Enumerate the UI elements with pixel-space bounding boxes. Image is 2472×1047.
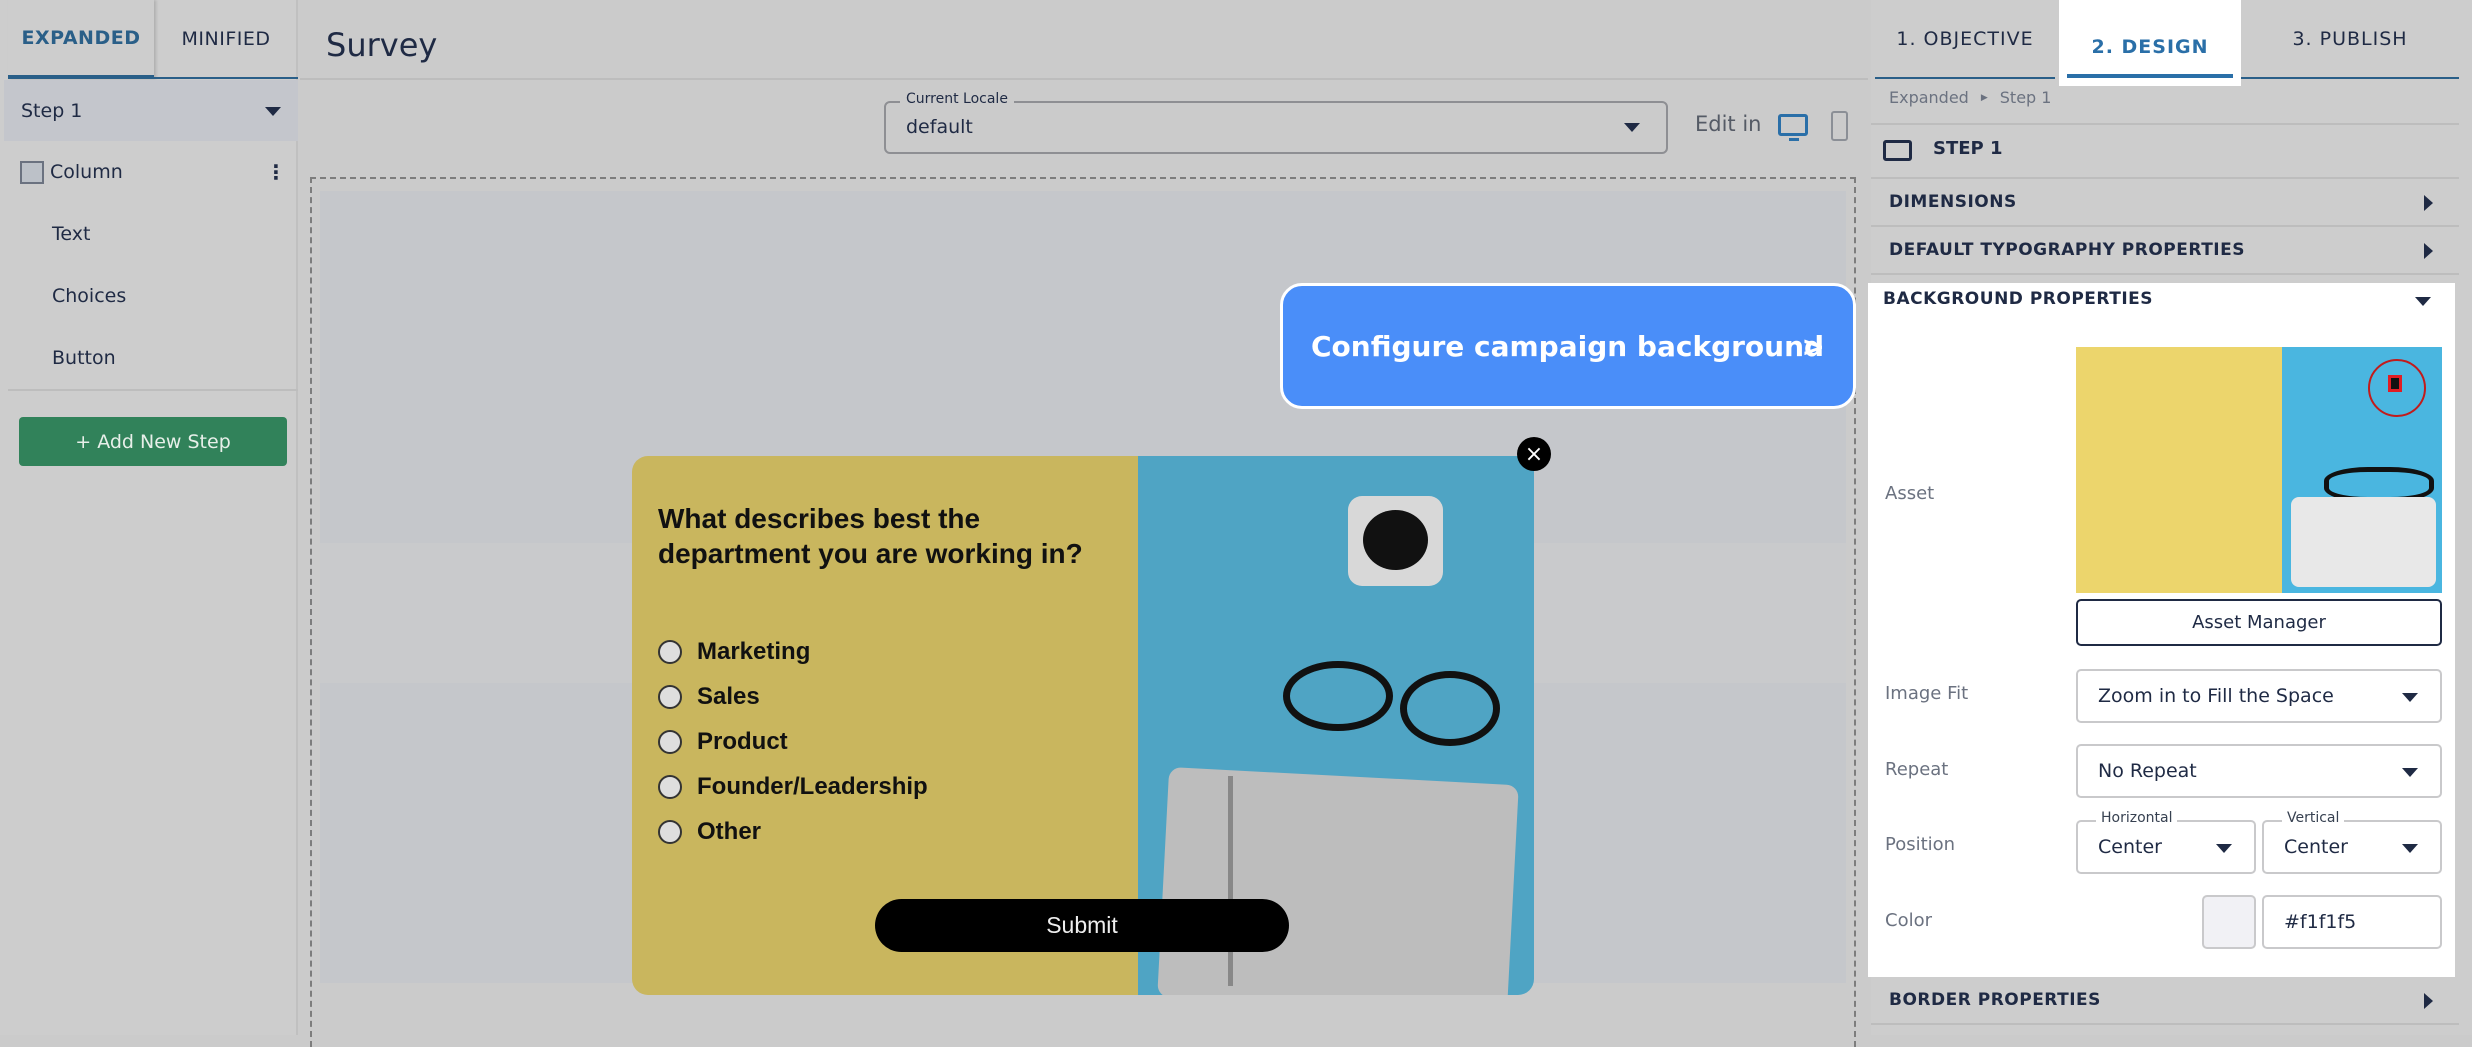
breadcrumb-item[interactable]: Expanded — [1889, 88, 1969, 107]
caret-down-icon — [2402, 768, 2418, 777]
delete-asset-button[interactable] — [2368, 359, 2426, 417]
tab-design[interactable]: 2. DESIGN — [2059, 0, 2241, 86]
horizontal-position-select[interactable]: Horizontal Center — [2076, 810, 2256, 874]
trash-icon — [2388, 375, 2402, 392]
option-marketing[interactable]: Marketing — [658, 638, 810, 666]
caret-right-icon — [2424, 993, 2433, 1009]
caret-down-icon — [1624, 123, 1640, 132]
chevron-right-icon: > — [1801, 329, 1825, 363]
locale-select[interactable]: Current Locale default — [884, 91, 1668, 154]
image-fit-label: Image Fit — [1885, 683, 1969, 704]
breadcrumb: Expanded ▶ Step 1 — [1889, 88, 2051, 107]
submit-button[interactable]: Submit — [875, 899, 1289, 952]
column-icon — [20, 160, 44, 184]
position-label: Position — [1885, 834, 1956, 855]
section-background: BACKGROUND PROPERTIES Asset Asset Manage… — [1868, 283, 2455, 977]
tree-item-label: Choices — [52, 285, 127, 307]
divider — [300, 78, 1868, 80]
caret-right-icon — [2424, 195, 2433, 211]
section-border[interactable]: BORDER PROPERTIES — [1871, 977, 2459, 1025]
section-typography[interactable]: DEFAULT TYPOGRAPHY PROPERTIES — [1871, 227, 2459, 275]
caret-down-icon — [2402, 844, 2418, 853]
tree-item-choices[interactable]: Choices — [0, 265, 298, 327]
image-fit-select[interactable]: Zoom in to Fill the Space — [2076, 669, 2442, 723]
tree-item-label: Text — [52, 223, 91, 245]
tree-item-text[interactable]: Text — [0, 203, 298, 265]
step-label: Step 1 — [21, 99, 83, 122]
section-title[interactable]: BACKGROUND PROPERTIES — [1883, 289, 2153, 309]
callout-text: Configure campaign background — [1311, 329, 1825, 363]
tab-expanded[interactable]: EXPANDED — [8, 0, 154, 79]
divider — [8, 389, 298, 391]
option-founder-leadership[interactable]: Founder/Leadership — [658, 773, 928, 801]
tree-item-button[interactable]: Button — [0, 327, 298, 389]
tab-objective[interactable]: 1. OBJECTIVE — [1875, 0, 2055, 79]
breadcrumb-item[interactable]: Step 1 — [2000, 88, 2052, 107]
repeat-select[interactable]: No Repeat — [2076, 744, 2442, 798]
caret-down-icon — [2216, 844, 2232, 853]
repeat-label: Repeat — [1885, 759, 1949, 780]
tree-item-label: Column — [50, 161, 123, 183]
step-title: STEP 1 — [1933, 138, 2003, 159]
survey-question: What describes best the department you a… — [658, 503, 1083, 569]
more-vert-icon[interactable]: ⋮ — [266, 160, 286, 184]
radio-icon[interactable] — [658, 775, 682, 799]
caret-right-icon — [2424, 243, 2433, 259]
option-other[interactable]: Other — [658, 818, 761, 846]
radio-icon[interactable] — [658, 820, 682, 844]
option-label: Other — [697, 818, 762, 845]
divider — [1871, 123, 2459, 125]
option-label: Marketing — [697, 638, 811, 665]
tab-publish[interactable]: 3. PUBLISH — [2241, 0, 2459, 79]
select-value: Center — [2284, 836, 2348, 858]
section-title: BORDER PROPERTIES — [1889, 990, 2101, 1010]
input-value: #f1f1f5 — [2284, 911, 2357, 933]
asset-manager-button[interactable]: Asset Manager — [2076, 599, 2442, 646]
caret-down-icon — [2402, 693, 2418, 702]
edit-in-label: Edit in — [1695, 112, 1762, 136]
section-dimensions[interactable]: DIMENSIONS — [1871, 179, 2459, 227]
select-value: No Repeat — [2098, 760, 2197, 782]
step-selector[interactable]: Step 1 — [4, 80, 298, 141]
tree-item-label: Button — [52, 347, 116, 369]
option-label: Sales — [697, 683, 760, 710]
select-value: Center — [2098, 836, 2162, 858]
survey-popup[interactable]: What describes best the department you a… — [632, 456, 1534, 995]
asset-preview — [2076, 347, 2442, 593]
radio-icon[interactable] — [658, 640, 682, 664]
color-label: Color — [1885, 910, 1932, 931]
caret-down-icon[interactable] — [2415, 297, 2431, 306]
color-swatch[interactable] — [2202, 895, 2256, 949]
option-label: Founder/Leadership — [697, 773, 928, 800]
breadcrumb-separator-icon: ▶ — [1980, 92, 1988, 103]
editor-main: Survey Current Locale default Edit in Wh… — [300, 0, 1868, 1047]
page-title: Survey — [326, 26, 438, 64]
tab-label: 2. DESIGN — [2091, 36, 2209, 58]
section-title: DIMENSIONS — [1889, 192, 2017, 212]
tree-item-column[interactable]: Column ⋮ — [0, 141, 298, 203]
radio-icon[interactable] — [658, 685, 682, 709]
radio-icon[interactable] — [658, 730, 682, 754]
option-label: Product — [697, 728, 788, 755]
asset-label: Asset — [1885, 483, 1935, 504]
tab-minified[interactable]: MINIFIED — [154, 0, 298, 79]
option-product[interactable]: Product — [658, 728, 788, 756]
add-new-step-button[interactable]: + Add New Step — [19, 417, 287, 466]
desktop-icon[interactable] — [1778, 114, 1808, 141]
close-popup-button[interactable]: × — [1517, 437, 1551, 471]
caret-down-icon — [265, 107, 281, 116]
vertical-position-select[interactable]: Vertical Center — [2262, 810, 2442, 874]
option-sales[interactable]: Sales — [658, 683, 760, 711]
left-panel: EXPANDED MINIFIED Step 1 Column ⋮ Text C… — [0, 0, 298, 1035]
configure-background-callout[interactable]: Configure campaign background > — [1280, 283, 1856, 409]
mobile-icon[interactable] — [1831, 111, 1848, 141]
locale-label: Current Locale — [900, 91, 1014, 107]
section-title: DEFAULT TYPOGRAPHY PROPERTIES — [1889, 240, 2245, 260]
locale-value: default — [906, 116, 973, 138]
field-label: Horizontal — [2096, 810, 2178, 826]
color-hex-input[interactable]: #f1f1f5 — [2262, 895, 2442, 949]
desktop-icon — [1883, 140, 1912, 161]
select-value: Zoom in to Fill the Space — [2098, 685, 2334, 707]
field-label: Vertical — [2282, 810, 2345, 826]
